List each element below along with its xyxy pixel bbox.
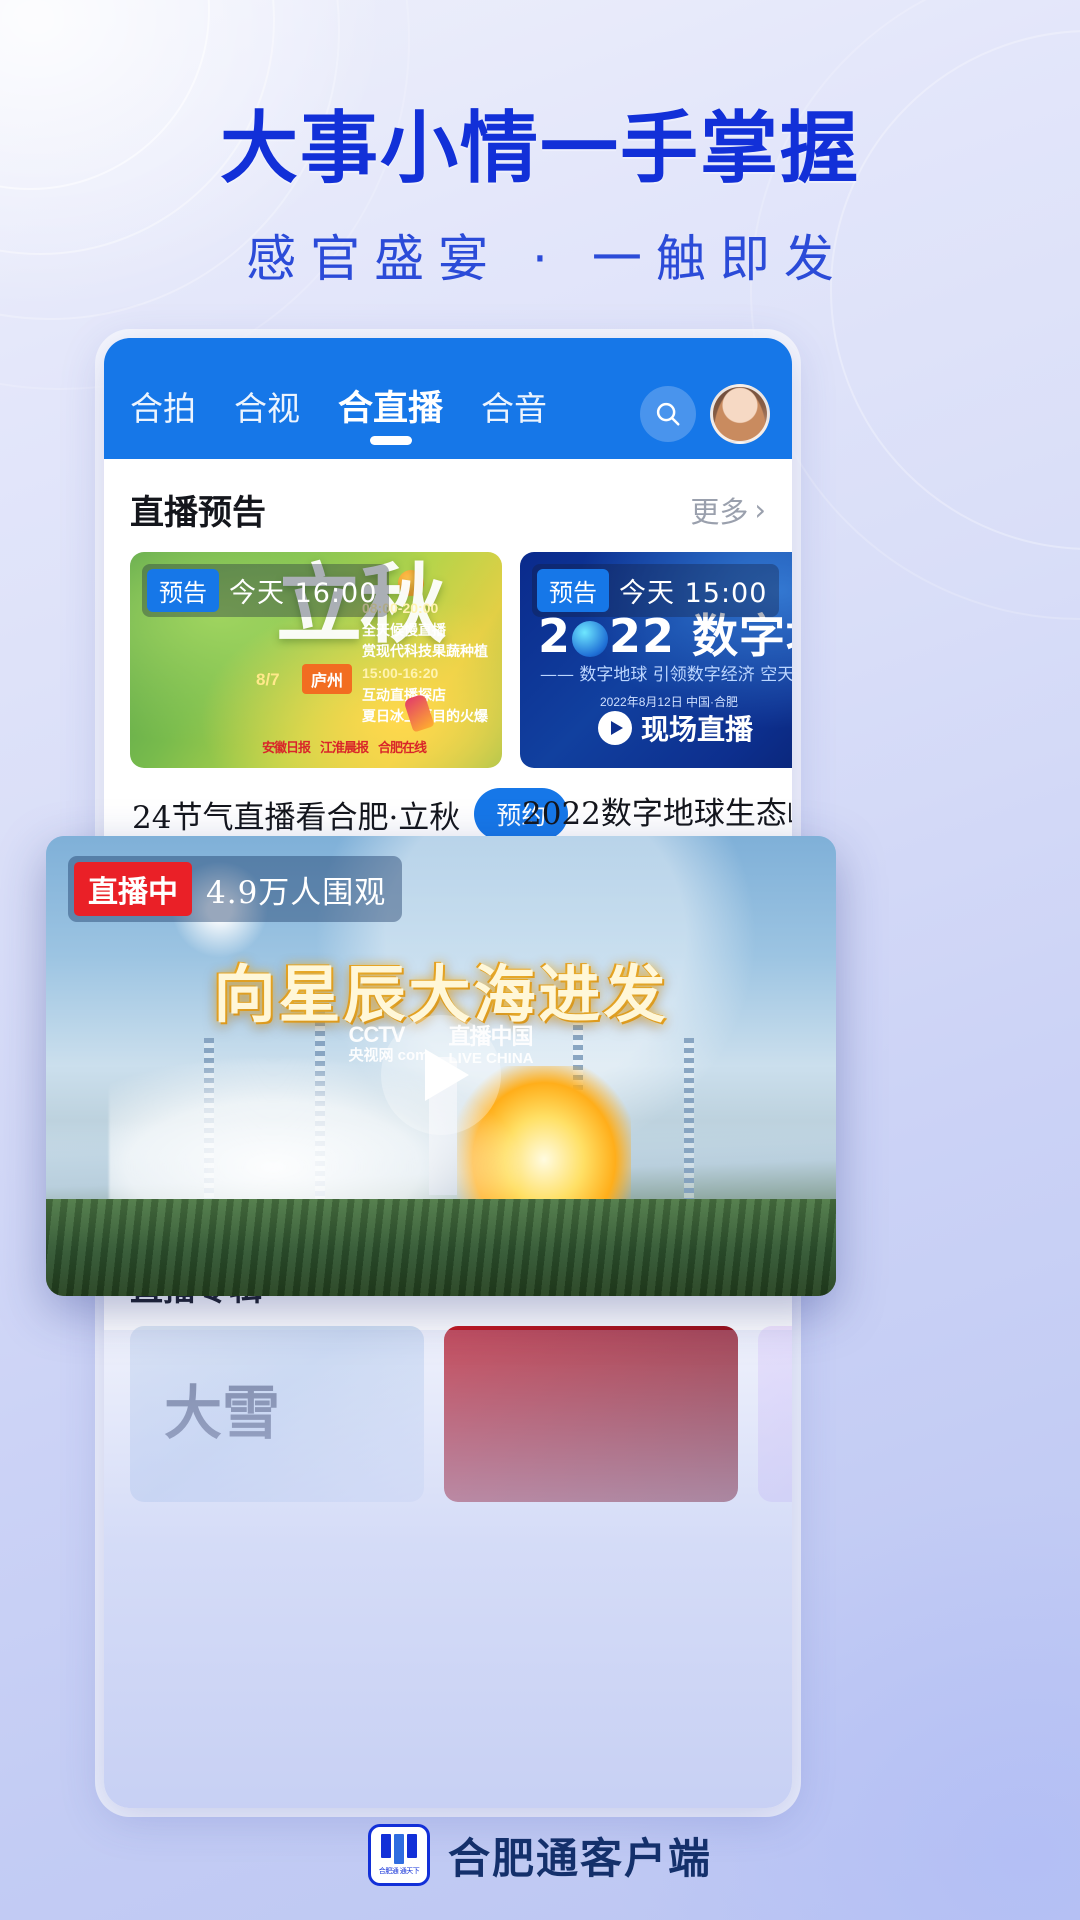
thumb-city: 庐州 [302, 664, 353, 694]
preview-more-link[interactable]: 更多 › [690, 489, 766, 531]
thumb-live-label-group: 现场直播 [598, 708, 753, 748]
status-bar [104, 338, 792, 380]
book-logo-bars [380, 1834, 417, 1864]
app-brand-bar: 合肥通 通天下 合肥通客户端 [0, 1824, 1080, 1886]
thumb-subtitle: —— 数字地球 引领数字经济 空天信息 赋能 [540, 665, 792, 685]
badge-tag: 预告 [537, 569, 609, 612]
header-actions [640, 384, 770, 444]
more-label: 更多 [690, 494, 749, 529]
album-item[interactable] [444, 1326, 738, 1502]
partner-logo: 合肥在线 [378, 740, 427, 755]
card-thumbnail[interactable]: 222 数字地球生 —— 数字地球 引领数字经济 空天信息 赋能 2022年8月… [520, 552, 792, 768]
card-thumbnail[interactable]: 立秋 8/7 庐州 08:00-20:00 全天候慢直播 赏现代科技果蔬种植 1… [130, 552, 502, 768]
badge-tag: 预告 [147, 569, 219, 612]
decor-arc [750, 0, 1080, 620]
card-title: 2022数字地球生态峰会 [522, 796, 792, 832]
preview-card-row[interactable]: 立秋 8/7 庐州 08:00-20:00 全天候慢直播 赏现代科技果蔬种植 1… [104, 552, 792, 840]
status-badge: 直播中 [74, 862, 192, 916]
promo-subheadline: 感官盛宴 · 一触即发 [246, 230, 848, 289]
search-button[interactable] [640, 386, 696, 442]
preview-badge: 预告 今天 15:00 [532, 564, 780, 617]
app-header: 合拍 合视 合直播 合音 [104, 380, 792, 459]
tab-heshi[interactable]: 合视 [234, 382, 300, 442]
album-row[interactable] [104, 1326, 792, 1502]
tab-hezhibo[interactable]: 合直播 [338, 380, 443, 443]
album-item[interactable] [758, 1326, 792, 1502]
preview-card[interactable]: 222 数字地球生 —— 数字地球 引领数字经济 空天信息 赋能 2022年8月… [520, 552, 792, 840]
card-title: 24节气直播看合肥·立秋 [132, 799, 461, 836]
partner-logo: 江淮晨报 [320, 740, 369, 755]
live-status-badge: 直播中 4.9万人围观 [68, 856, 403, 922]
badge-time: 今天 16:00 [229, 578, 378, 609]
book-logo-icon: 合肥通 通天下 [367, 1824, 430, 1886]
tab-hepai[interactable]: 合拍 [130, 382, 196, 442]
chevron-right-icon: › [754, 492, 766, 527]
promo-headline: 大事小情一手掌握 [219, 104, 860, 194]
thumb-date: 8/7 [256, 670, 280, 689]
brand-logo-caption: 合肥通 通天下 [378, 1868, 420, 1875]
album-item[interactable] [130, 1326, 424, 1502]
tab-heyin[interactable]: 合音 [481, 382, 547, 442]
play-icon [425, 1049, 469, 1102]
thumb-line: 全天候慢直播 [362, 621, 446, 638]
viewer-count: 4.9万人围观 [206, 874, 387, 911]
preview-badge: 预告 今天 16:00 [142, 564, 390, 617]
thumb-logo-group: 安徽日报 江淮晨报 合肥在线 [262, 737, 427, 756]
thumb-line: 15:00-16:20 [362, 665, 439, 682]
card-title-row: 24节气直播看合肥·立秋 预约 [130, 768, 569, 840]
play-button[interactable] [381, 1015, 501, 1136]
card-title-row: 2022数字地球生态峰会 [520, 768, 792, 833]
globe-icon [572, 621, 609, 657]
partner-logo: 安徽日报 [262, 740, 311, 755]
forest-ground [46, 1199, 836, 1296]
featured-live-video-card[interactable]: 向星辰大海进发 CCTV 央视网 com 直播中国 LIVE CHINA 直播中… [46, 836, 836, 1296]
preview-section-header: 直播预告 更多 › [104, 459, 792, 552]
avatar[interactable] [710, 384, 770, 444]
preview-section-title: 直播预告 [130, 493, 266, 533]
badge-time: 今天 15:00 [619, 578, 768, 609]
search-icon [656, 402, 680, 426]
thumb-line: 赏现代科技果蔬种植 [362, 643, 488, 660]
play-icon [598, 711, 632, 745]
brand-name: 合肥通客户端 [447, 1833, 712, 1883]
preview-card[interactable]: 立秋 8/7 庐州 08:00-20:00 全天候慢直播 赏现代科技果蔬种植 1… [130, 552, 569, 840]
thumb-live-label: 现场直播 [641, 713, 754, 746]
promo-header: 大事小情一手掌握 感官盛宴 · 一触即发 [0, 104, 1080, 291]
launch-tower [683, 1038, 694, 1214]
